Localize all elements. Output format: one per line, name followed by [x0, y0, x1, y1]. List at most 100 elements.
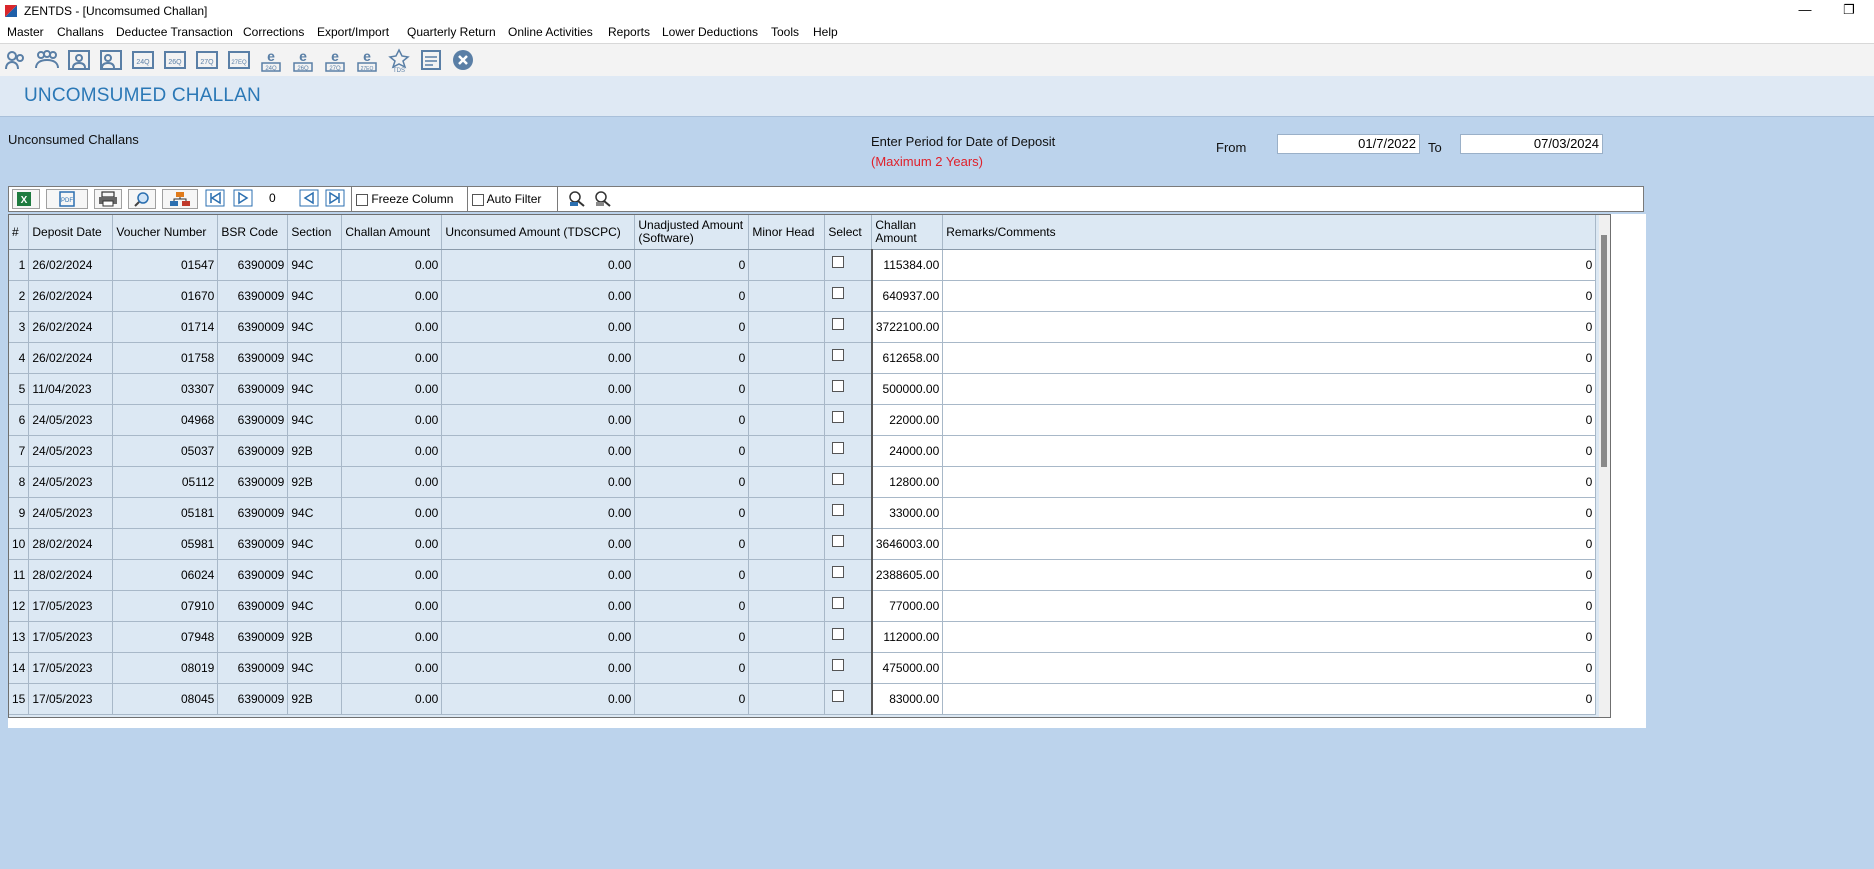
col-header-deposit-date[interactable]: Deposit Date	[28, 215, 114, 250]
export-excel-button[interactable]: X	[12, 189, 40, 209]
auto-filter-toggle[interactable]: Auto Filter	[472, 192, 541, 206]
col-header-section[interactable]: Section	[287, 215, 343, 250]
cell-remarks[interactable]: 0	[942, 466, 1597, 498]
tree-view-button[interactable]	[162, 189, 198, 209]
print-button[interactable]	[94, 189, 122, 209]
prev-record-button[interactable]	[299, 189, 319, 209]
select-checkbox[interactable]	[832, 689, 845, 702]
vertical-scrollbar-thumb[interactable]	[1601, 235, 1607, 467]
table-row[interactable]: 5 11/04/2023 03307 6390009 94C 0.00 0.00 0 50000…	[9, 373, 1597, 405]
cell-remarks[interactable]: 0	[942, 249, 1597, 281]
select-checkbox[interactable]	[832, 627, 845, 640]
table-row[interactable]: 13 17/05/2023 07948 6390009 92B 0.00 0.00 0 1120…	[9, 621, 1597, 653]
menu-deductee-transaction[interactable]: Deductee Transaction	[116, 25, 233, 39]
menu-quarterly-return[interactable]: Quarterly Return	[407, 25, 496, 39]
form-26q-icon[interactable]: 26Q	[163, 48, 187, 72]
select-checkbox[interactable]	[832, 317, 845, 330]
cell-remarks[interactable]: 0	[942, 621, 1597, 653]
last-record-button[interactable]	[325, 189, 345, 209]
cell-select[interactable]	[824, 683, 873, 715]
filter-search-icon[interactable]	[567, 190, 587, 208]
select-checkbox[interactable]	[832, 565, 845, 578]
to-date-field[interactable]: 07/03/2024	[1460, 134, 1603, 154]
e-24q-icon[interactable]: e 24Q	[259, 48, 283, 72]
col-header-challan-amount-2[interactable]: Challan Amount	[871, 215, 944, 250]
select-checkbox[interactable]	[832, 503, 845, 516]
cell-remarks[interactable]: 0	[942, 590, 1597, 622]
table-row[interactable]: 14 17/05/2023 08019 6390009 94C 0.00 0.00 0 4750…	[9, 652, 1597, 684]
menu-corrections[interactable]: Corrections	[243, 25, 304, 39]
col-header-remarks[interactable]: Remarks/Comments	[942, 215, 1597, 250]
col-header-bsr-code[interactable]: BSR Code	[217, 215, 289, 250]
deductor-icon[interactable]	[4, 48, 28, 72]
menu-online-activities[interactable]: Online Activities	[508, 25, 593, 39]
table-row[interactable]: 6 24/05/2023 04968 6390009 94C 0.00 0.00 0 22000…	[9, 404, 1597, 436]
select-checkbox[interactable]	[832, 658, 845, 671]
col-header-number[interactable]: #	[9, 215, 30, 250]
e-27q-icon[interactable]: e 27Q	[323, 48, 347, 72]
select-checkbox[interactable]	[832, 410, 845, 423]
table-row[interactable]: 9 24/05/2023 05181 6390009 94C 0.00 0.00 0 33000…	[9, 497, 1597, 529]
e-26q-icon[interactable]: e 26Q	[291, 48, 315, 72]
col-header-unconsumed-amount[interactable]: Unconsumed Amount (TDSCPC)	[441, 215, 636, 250]
cell-remarks[interactable]: 0	[942, 683, 1597, 715]
freeze-column-toggle[interactable]: Freeze Column	[356, 192, 453, 206]
cell-remarks[interactable]: 0	[942, 652, 1597, 684]
from-date-field[interactable]: 01/7/2022	[1277, 134, 1420, 154]
cell-select[interactable]	[824, 590, 873, 622]
menu-export-import[interactable]: Export/Import	[317, 25, 389, 39]
select-checkbox[interactable]	[832, 286, 845, 299]
tds-icon[interactable]: TDS	[387, 48, 411, 72]
auto-filter-checkbox[interactable]	[472, 193, 484, 206]
menu-reports[interactable]: Reports	[608, 25, 650, 39]
form-27eq-icon[interactable]: 27EQ	[227, 48, 251, 72]
col-header-unadjusted-amount[interactable]: Unadjusted Amount (Software)	[634, 215, 750, 250]
first-record-button[interactable]	[205, 189, 225, 209]
clear-filter-icon[interactable]	[593, 190, 613, 208]
menu-master[interactable]: Master	[7, 25, 44, 39]
select-checkbox[interactable]	[832, 534, 845, 547]
form-24q-icon[interactable]: 24Q	[131, 48, 155, 72]
cell-select[interactable]	[824, 528, 873, 560]
cell-select[interactable]	[824, 311, 873, 343]
restore-button[interactable]: ❐	[1826, 0, 1872, 22]
cell-remarks[interactable]: 0	[942, 311, 1597, 343]
cell-remarks[interactable]: 0	[942, 559, 1597, 591]
cell-select[interactable]	[824, 559, 873, 591]
employee-detail-icon[interactable]	[99, 48, 123, 72]
table-row[interactable]: 7 24/05/2023 05037 6390009 92B 0.00 0.00 0 24000…	[9, 435, 1597, 467]
select-checkbox[interactable]	[832, 472, 845, 485]
table-row[interactable]: 4 26/02/2024 01758 6390009 94C 0.00 0.00 0 61265…	[9, 342, 1597, 374]
table-row[interactable]: 1 26/02/2024 01547 6390009 94C 0.00 0.00 0 11538…	[9, 249, 1597, 281]
select-checkbox[interactable]	[832, 255, 845, 268]
select-checkbox[interactable]	[832, 379, 845, 392]
cell-remarks[interactable]: 0	[942, 373, 1597, 405]
select-checkbox[interactable]	[832, 596, 845, 609]
notes-icon[interactable]	[419, 48, 443, 72]
cell-remarks[interactable]: 0	[942, 528, 1597, 560]
cell-select[interactable]	[824, 652, 873, 684]
cell-select[interactable]	[824, 280, 873, 312]
freeze-column-checkbox[interactable]	[356, 193, 368, 206]
table-row[interactable]: 8 24/05/2023 05112 6390009 92B 0.00 0.00 0 12800…	[9, 466, 1597, 498]
export-pdf-button[interactable]: PDF	[46, 189, 88, 209]
next-record-button[interactable]	[233, 189, 253, 209]
menu-lower-deductions[interactable]: Lower Deductions	[662, 25, 758, 39]
table-row[interactable]: 11 28/02/2024 06024 6390009 94C 0.00 0.00 0 2388…	[9, 559, 1597, 591]
employee-icon[interactable]	[67, 48, 91, 72]
find-button[interactable]	[128, 189, 156, 209]
cell-select[interactable]	[824, 435, 873, 467]
col-header-voucher-number[interactable]: Voucher Number	[112, 215, 219, 250]
cell-select[interactable]	[824, 373, 873, 405]
deductees-icon[interactable]	[35, 48, 59, 72]
cell-remarks[interactable]: 0	[942, 280, 1597, 312]
col-header-minor-head[interactable]: Minor Head	[748, 215, 826, 250]
menu-tools[interactable]: Tools	[771, 25, 799, 39]
cell-remarks[interactable]: 0	[942, 435, 1597, 467]
select-checkbox[interactable]	[832, 441, 845, 454]
cell-select[interactable]	[824, 621, 873, 653]
cell-select[interactable]	[824, 497, 873, 529]
cell-select[interactable]	[824, 249, 873, 281]
cell-remarks[interactable]: 0	[942, 404, 1597, 436]
close-circle-icon[interactable]	[451, 48, 475, 72]
